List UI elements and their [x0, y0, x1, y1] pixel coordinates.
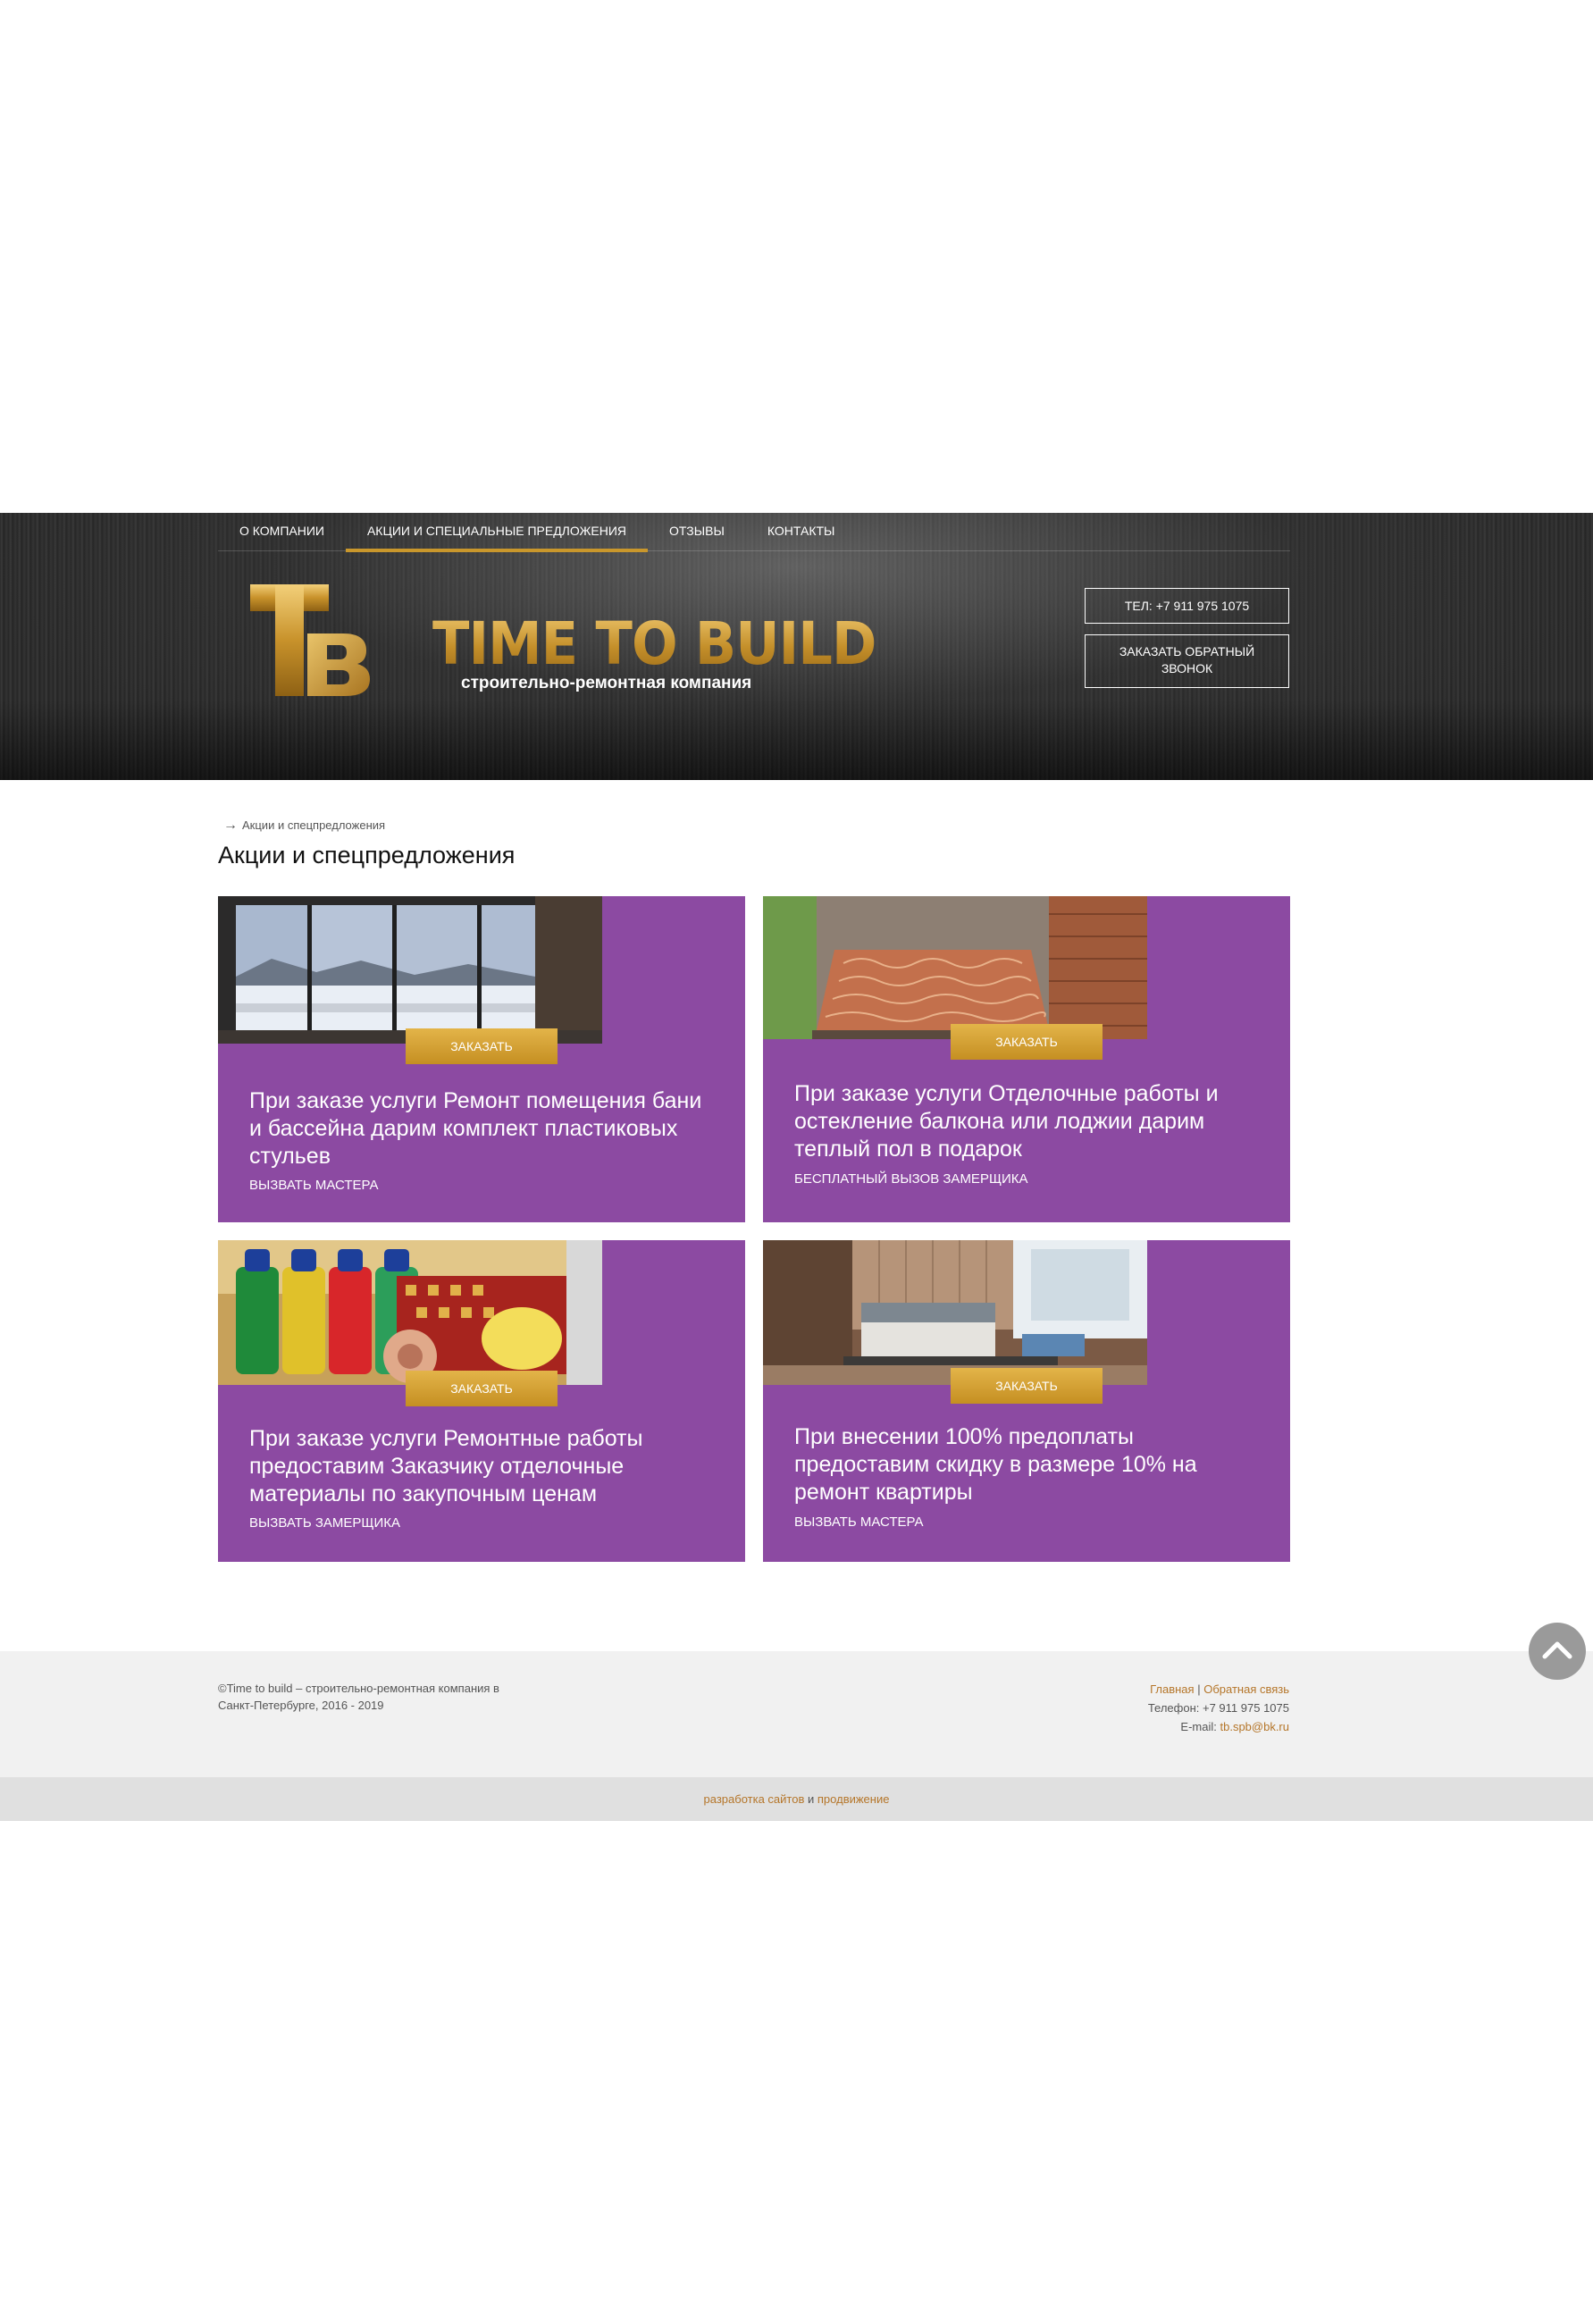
- offer-image-window-winter: [218, 896, 602, 1044]
- footer-copyright: ©Time to build – строительно-ремонтная к…: [218, 1682, 499, 1712]
- order-button[interactable]: ЗАКАЗАТЬ: [951, 1024, 1103, 1060]
- phone-button[interactable]: ТЕЛ: +7 911 975 1075: [1085, 588, 1289, 624]
- offer-action-link[interactable]: ВЫЗВАТЬ МАСТЕРА: [249, 1178, 379, 1193]
- offer-title: При внесении 100% предоплаты предоставим…: [794, 1424, 1197, 1505]
- tb-logo-icon: [250, 584, 370, 696]
- footer-separator: |: [1197, 1682, 1201, 1696]
- offer-title: При заказе услуги Ремонт помещения бани …: [249, 1088, 702, 1169]
- offer-card: ЗАКАЗАТЬ При заказе услуги Ремонтные раб…: [218, 1240, 745, 1562]
- footer-contacts: Главная | Обратная связь Телефон: +7 911…: [1148, 1680, 1289, 1736]
- footer-email: E-mail: tb.spb@bk.ru: [1148, 1717, 1289, 1736]
- site-footer: ©Time to build – строительно-ремонтная к…: [0, 1651, 1593, 1777]
- order-button[interactable]: ЗАКАЗАТЬ: [951, 1368, 1103, 1404]
- scroll-top-button[interactable]: [1529, 1623, 1586, 1680]
- promo-link[interactable]: продвижение: [817, 1792, 890, 1806]
- offer-action-link[interactable]: ВЫЗВАТЬ ЗАМЕРЩИКА: [249, 1515, 400, 1531]
- offer-action-link[interactable]: БЕСПЛАТНЫЙ ВЫЗОВ ЗАМЕРЩИКА: [794, 1171, 1028, 1187]
- offer-image-materials: [218, 1240, 602, 1385]
- offer-image-balcony: [763, 896, 1147, 1039]
- offer-action-link[interactable]: ВЫЗВАТЬ МАСТЕРА: [794, 1514, 924, 1530]
- nav-item-offers[interactable]: Акции и специальные предложения: [345, 513, 649, 552]
- offer-card: ЗАКАЗАТЬ При заказе услуги Отделочные ра…: [763, 896, 1290, 1222]
- footer-phone-value: +7 911 975 1075: [1203, 1701, 1289, 1715]
- offer-card: ЗАКАЗАТЬ При внесении 100% предоплаты пр…: [763, 1240, 1290, 1562]
- footer-link-feedback[interactable]: Обратная связь: [1203, 1682, 1289, 1696]
- chevron-up-icon: [1542, 1641, 1572, 1659]
- logo-mark[interactable]: [250, 584, 371, 696]
- main-nav: О компании Акции и специальные предложен…: [218, 513, 1290, 552]
- page-title: Акции и спецпредложения: [218, 842, 516, 868]
- offer-title: При заказе услуги Ремонтные работы предо…: [249, 1426, 643, 1506]
- breadcrumb-current: Акции и спецпредложения: [242, 818, 386, 832]
- subfooter-conj: и: [808, 1792, 815, 1806]
- site-header: О компании Акции и специальные предложен…: [0, 513, 1593, 780]
- offer-image-bedroom: [763, 1240, 1147, 1385]
- offer-title: При заказе услуги Отделочные работы и ос…: [794, 1081, 1219, 1162]
- footer-phone-label: Телефон:: [1147, 1701, 1200, 1715]
- breadcrumb: → Акции и спецпредложения: [223, 818, 385, 834]
- nav-item-contacts[interactable]: Контакты: [746, 513, 857, 551]
- footer-link-home[interactable]: Главная: [1150, 1682, 1194, 1696]
- nav-item-about[interactable]: О компании: [218, 513, 346, 551]
- footer-phone: Телефон: +7 911 975 1075: [1148, 1699, 1289, 1717]
- brand-title[interactable]: TIME TO BUILD: [432, 609, 876, 678]
- brand-subtitle: строительно-ремонтная компания: [461, 674, 752, 692]
- breadcrumb-arrow-icon: →: [223, 818, 238, 833]
- order-button[interactable]: ЗАКАЗАТЬ: [406, 1028, 558, 1064]
- sub-footer: разработка сайтов и продвижение: [0, 1777, 1593, 1821]
- footer-email-link[interactable]: tb.spb@bk.ru: [1220, 1720, 1289, 1733]
- callback-button[interactable]: ЗАКАЗАТЬ ОБРАТНЫЙ ЗВОНОК: [1085, 634, 1289, 688]
- footer-email-label: E-mail:: [1180, 1720, 1217, 1733]
- nav-item-reviews[interactable]: Отзывы: [648, 513, 746, 551]
- offer-card: ЗАКАЗАТЬ При заказе услуги Ремонт помеще…: [218, 896, 745, 1222]
- order-button[interactable]: ЗАКАЗАТЬ: [406, 1371, 558, 1406]
- dev-link[interactable]: разработка сайтов: [704, 1792, 805, 1806]
- footer-links: Главная | Обратная связь: [1148, 1680, 1289, 1699]
